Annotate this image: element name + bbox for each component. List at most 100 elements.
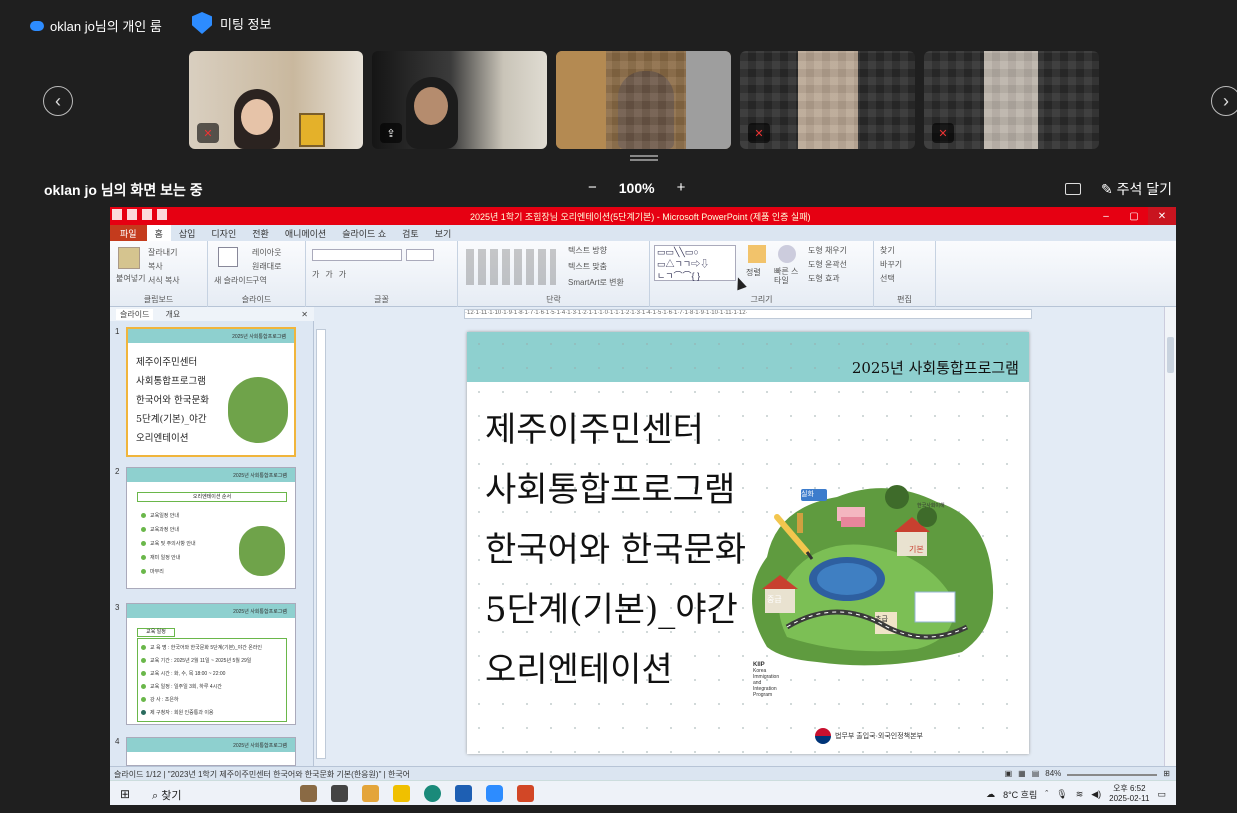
- format-painter-button[interactable]: 서식 복사: [148, 275, 180, 286]
- video-tile-2[interactable]: ⇪: [372, 51, 547, 149]
- paste-button[interactable]: 붙여넣기: [116, 273, 145, 284]
- shape-fill-button[interactable]: 도형 채우기: [808, 245, 847, 256]
- status-zoom[interactable]: 84%: [1045, 769, 1061, 778]
- tray-chevron-icon[interactable]: ˆ: [1045, 789, 1048, 799]
- section-button[interactable]: 구역: [252, 275, 267, 286]
- close-panel-icon[interactable]: ✕: [301, 310, 308, 319]
- next-page-button[interactable]: ›: [1211, 86, 1237, 116]
- align-text-button[interactable]: 텍스트 맞춤: [568, 261, 607, 272]
- reset-button[interactable]: 원래대로: [252, 261, 281, 272]
- slide-title[interactable]: 제주이주민센터 사회통합프로그램 한국어와 한국문화 5단계(기본)_야간 오리…: [485, 400, 746, 700]
- zoom-out-button[interactable]: −: [588, 179, 597, 196]
- save-icon[interactable]: [127, 209, 137, 220]
- new-slide-icon[interactable]: [218, 247, 238, 267]
- scene-icon[interactable]: [300, 785, 317, 802]
- tab-slides[interactable]: 슬라이드: [116, 308, 154, 320]
- view-normal-icon[interactable]: ▣: [1005, 769, 1013, 778]
- shape-effects-button[interactable]: 도형 효과: [808, 273, 840, 284]
- group-label: 그리기: [750, 295, 773, 304]
- view-sorter-icon[interactable]: ▦: [1018, 769, 1026, 778]
- windows-start-icon[interactable]: ⊞: [120, 787, 130, 801]
- slide-thumbnail-4[interactable]: 2025년 사회통합프로그램: [126, 737, 296, 766]
- mic-muted-icon: ✕: [748, 123, 770, 143]
- clock[interactable]: 오후 6:52 2025-02-11: [1109, 784, 1149, 804]
- thumb-box: 오리엔테이션 순서: [137, 492, 287, 502]
- shapes-gallery[interactable]: ▭▭╲╲▭○ ▭△ㄱㄱ⇨⇩ ㄴㄱ⌒⌒{ }: [654, 245, 736, 281]
- tab-slideshow[interactable]: 슬라이드 쇼: [334, 227, 394, 240]
- task-view-icon[interactable]: [331, 785, 348, 802]
- tab-view[interactable]: 보기: [427, 227, 460, 240]
- arrange-button[interactable]: 정렬: [746, 267, 761, 278]
- meeting-info-button[interactable]: 미팅 정보: [192, 12, 271, 34]
- video-tile-1[interactable]: ✕: [189, 51, 363, 149]
- ministry-logo: 법무부 출입국·외국인정책본부: [815, 728, 923, 744]
- edge-icon[interactable]: [424, 785, 441, 802]
- maximize-button[interactable]: ▢: [1120, 207, 1148, 225]
- smartart-button[interactable]: SmartArt로 변환: [568, 277, 624, 288]
- layout-button[interactable]: 레이아웃: [252, 247, 281, 258]
- font-size-select[interactable]: [406, 249, 434, 261]
- alignment-buttons[interactable]: [466, 249, 556, 285]
- prev-page-button[interactable]: ‹: [43, 86, 73, 116]
- quick-styles-icon[interactable]: [778, 245, 796, 263]
- new-slide-button[interactable]: 새 슬라이드: [214, 275, 253, 286]
- font-format-buttons[interactable]: 가가가: [312, 269, 352, 280]
- chat-icon[interactable]: [362, 785, 379, 802]
- quick-styles-button[interactable]: 빠른 스타일: [774, 267, 804, 285]
- volume-icon[interactable]: ◀): [1091, 789, 1101, 800]
- slide-thumbnail-3[interactable]: 2025년 사회통합프로그램 교육 일정 교 육 명 : 한국어와 한국문화 5…: [126, 603, 296, 725]
- minimize-button[interactable]: –: [1092, 207, 1120, 225]
- undo-icon[interactable]: [142, 209, 152, 220]
- copy-button[interactable]: 복사: [148, 261, 163, 272]
- zoom-level[interactable]: 100%: [619, 180, 655, 196]
- video-tile-3[interactable]: [556, 51, 731, 149]
- tab-transitions[interactable]: 전환: [244, 227, 277, 240]
- redo-icon[interactable]: [157, 209, 167, 220]
- select-button[interactable]: 선택: [880, 273, 895, 284]
- taskbar-search[interactable]: ⌕ 찾기: [152, 787, 181, 803]
- file-explorer-icon[interactable]: [393, 785, 410, 802]
- tab-home[interactable]: 홈: [146, 225, 171, 241]
- video-tile-4[interactable]: ✕: [740, 51, 915, 149]
- text-direction-button[interactable]: 텍스트 방향: [568, 245, 607, 256]
- shared-screen[interactable]: 2025년 1학기 조힘장님 오리엔테이션(5단계기본) - Microsoft…: [110, 207, 1176, 805]
- tab-insert[interactable]: 삽입: [171, 227, 204, 240]
- shape-outline-button[interactable]: 도형 윤곽선: [808, 259, 847, 270]
- zoom-slider[interactable]: [1067, 769, 1158, 778]
- weather-text[interactable]: 8°C 흐림: [1003, 788, 1037, 801]
- paste-icon[interactable]: [118, 247, 140, 269]
- view-reading-icon[interactable]: ▤: [1032, 769, 1040, 778]
- scroll-thumb[interactable]: [1167, 337, 1174, 373]
- fit-slide-icon[interactable]: ⊞: [1163, 769, 1170, 778]
- notification-icon[interactable]: ▭: [1157, 789, 1166, 800]
- tab-file[interactable]: 파일: [110, 225, 147, 241]
- wifi-icon[interactable]: ≋: [1076, 789, 1084, 800]
- thumb-item: 교육과정 안내: [141, 526, 179, 533]
- cut-button[interactable]: 잘라내기: [148, 247, 177, 258]
- tab-outline[interactable]: 개요: [165, 309, 180, 320]
- thumb-item: 마무리: [141, 568, 164, 575]
- zoom-in-button[interactable]: +: [677, 179, 686, 196]
- tab-review[interactable]: 검토: [394, 227, 427, 240]
- find-button[interactable]: 찾기: [880, 245, 895, 256]
- video-tile-5[interactable]: ✕: [924, 51, 1099, 149]
- view-options-icon[interactable]: [1065, 183, 1081, 195]
- close-button[interactable]: ✕: [1148, 207, 1176, 225]
- tab-animations[interactable]: 애니메이션: [277, 227, 334, 240]
- weather-icon[interactable]: ☁: [986, 789, 995, 800]
- slide-thumbnail-2[interactable]: 2025년 사회통합프로그램 오리엔테이션 순서 교육일정 안내 교육과정 안내…: [126, 467, 296, 589]
- current-slide[interactable]: 2025년 사회통합프로그램 제주이주민센터 사회통합프로그램 한국어와 한국문…: [467, 332, 1029, 754]
- badge-culture: 한국사회이해: [917, 503, 945, 509]
- vertical-scrollbar[interactable]: [1164, 307, 1176, 766]
- zoom-app-icon[interactable]: [486, 785, 503, 802]
- replace-button[interactable]: 바꾸기: [880, 259, 902, 270]
- mic-icon[interactable]: 🎙: [1056, 789, 1067, 800]
- powerpoint-icon[interactable]: [517, 785, 534, 802]
- arrange-icon[interactable]: [748, 245, 766, 263]
- slide-thumbnail-1[interactable]: 2025년 사회통합프로그램 제주이주민센터 사회통합프로그램 한국어와 한국문…: [126, 327, 296, 457]
- tab-design[interactable]: 디자인: [203, 227, 244, 240]
- font-family-select[interactable]: [312, 249, 402, 261]
- resize-handle[interactable]: [630, 155, 658, 161]
- annotate-button[interactable]: ✎ 주석 달기: [1101, 179, 1172, 199]
- store-icon[interactable]: [455, 785, 472, 802]
